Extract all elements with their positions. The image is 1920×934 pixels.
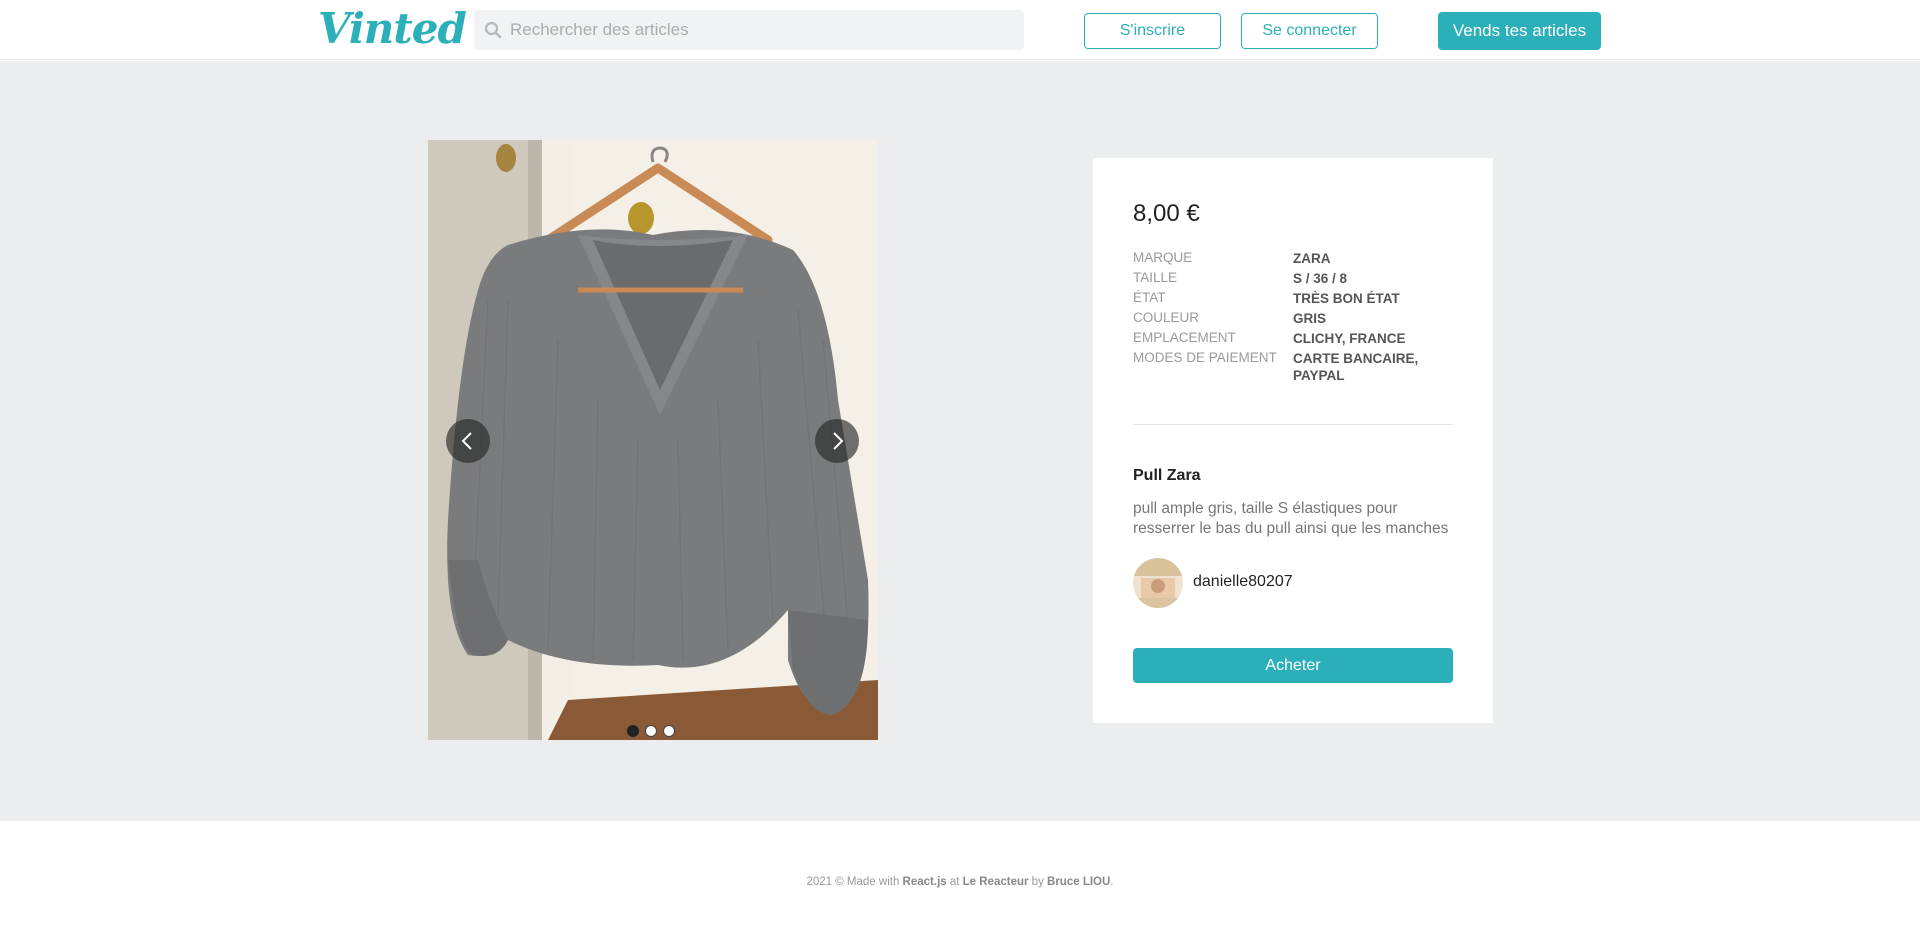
detail-row-condition: ÉTAT TRÈS BON ÉTAT <box>1133 290 1453 310</box>
divider <box>1133 424 1453 425</box>
search-icon <box>484 21 502 39</box>
product-price: 8,00 € <box>1133 200 1200 227</box>
carousel-prev-button[interactable] <box>446 419 490 463</box>
detail-label: TAILLE <box>1133 270 1178 285</box>
search-input[interactable] <box>510 10 1010 50</box>
signup-button[interactable]: S'inscrire <box>1084 13 1221 49</box>
detail-label: COULEUR <box>1133 310 1200 325</box>
footer-by: by <box>1028 876 1048 888</box>
avatar-image <box>1133 558 1183 608</box>
product-description: pull ample gris, taille S élastiques pou… <box>1133 500 1449 537</box>
footer-prefix: 2021 © Made with <box>806 876 903 888</box>
detail-row-color: COULEUR GRIS <box>1133 310 1453 330</box>
detail-row-brand: MARQUE ZARA <box>1133 250 1453 270</box>
carousel-next-button[interactable] <box>815 419 859 463</box>
footer-author: Bruce LIOU <box>1047 876 1111 888</box>
detail-value: CLICHY, FRANCE <box>1293 331 1406 346</box>
product-title: Pull Zara <box>1133 467 1201 484</box>
detail-value: S / 36 / 8 <box>1293 271 1348 286</box>
carousel-dot-1[interactable] <box>627 725 639 737</box>
product-photo-carousel[interactable] <box>428 140 878 740</box>
footer-middle: at <box>946 876 963 888</box>
product-info-panel: 8,00 € MARQUE ZARA TAILLE S / 36 / 8 ÉTA… <box>1093 158 1493 723</box>
detail-row-location: EMPLACEMENT CLICHY, FRANCE <box>1133 330 1453 350</box>
detail-value: ZARA <box>1293 251 1331 266</box>
seller-avatar[interactable] <box>1133 558 1183 608</box>
carousel-dot-2[interactable] <box>645 725 657 737</box>
top-header: Vinted S'inscrire Se connecter Vends tes… <box>0 0 1920 60</box>
footer-tech: React.js <box>902 876 947 888</box>
detail-row-size: TAILLE S / 36 / 8 <box>1133 270 1453 290</box>
detail-value: CARTE BANCAIRE, PAYPAL <box>1293 351 1419 383</box>
product-details-list: MARQUE ZARA TAILLE S / 36 / 8 ÉTAT TRÈS … <box>1133 250 1453 390</box>
carousel-dot-3[interactable] <box>663 725 675 737</box>
detail-label: MARQUE <box>1133 250 1193 265</box>
detail-label: MODES DE PAIEMENT <box>1133 350 1277 365</box>
detail-value: GRIS <box>1293 311 1327 326</box>
vinted-logo[interactable]: Vinted <box>318 4 467 53</box>
buy-button[interactable]: Acheter <box>1133 648 1453 683</box>
chevron-right-icon <box>833 432 844 450</box>
detail-row-payment: MODES DE PAIEMENT CARTE BANCAIRE, PAYPAL <box>1133 350 1453 390</box>
product-page: 8,00 € MARQUE ZARA TAILLE S / 36 / 8 ÉTA… <box>0 61 1920 821</box>
seller-username[interactable]: danielle80207 <box>1193 573 1293 591</box>
detail-value: TRÈS BON ÉTAT <box>1293 291 1400 306</box>
footer-school: Le Reacteur <box>962 876 1029 888</box>
search-bar[interactable] <box>474 10 1024 50</box>
login-button[interactable]: Se connecter <box>1241 13 1378 49</box>
detail-label: ÉTAT <box>1133 290 1166 305</box>
chevron-left-icon <box>461 432 472 450</box>
carousel-indicators <box>627 725 687 739</box>
product-photo <box>428 140 878 740</box>
sell-items-button[interactable]: Vends tes articles <box>1438 12 1601 50</box>
detail-label: EMPLACEMENT <box>1133 330 1236 345</box>
footer: 2021 © Made with React.js at Le Reacteur… <box>0 876 1920 888</box>
footer-suffix: . <box>1110 876 1114 888</box>
